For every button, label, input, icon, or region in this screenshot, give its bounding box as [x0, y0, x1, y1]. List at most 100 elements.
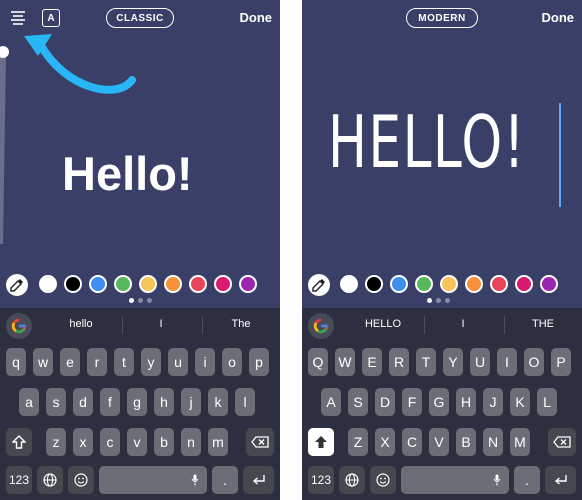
key[interactable]: G: [429, 388, 449, 416]
style-modern-button[interactable]: MODERN: [406, 8, 478, 28]
key[interactable]: O: [524, 348, 544, 376]
return-key[interactable]: [545, 466, 576, 494]
key[interactable]: L: [537, 388, 557, 416]
key[interactable]: S: [348, 388, 368, 416]
suggestion-item[interactable]: THE: [506, 318, 580, 330]
google-button[interactable]: [6, 313, 32, 339]
key[interactable]: H: [456, 388, 476, 416]
key[interactable]: Z: [348, 428, 368, 456]
suggestion-item[interactable]: The: [204, 318, 278, 330]
key[interactable]: w: [33, 348, 53, 376]
backspace-key[interactable]: [246, 428, 274, 456]
color-green-swatch[interactable]: [415, 275, 433, 293]
numbers-key[interactable]: 123: [6, 466, 32, 494]
key[interactable]: N: [483, 428, 503, 456]
google-button[interactable]: [308, 313, 334, 339]
return-key[interactable]: [243, 466, 274, 494]
key[interactable]: y: [141, 348, 161, 376]
color-orange-swatch[interactable]: [465, 275, 483, 293]
eyedropper-button[interactable]: [6, 274, 28, 296]
key[interactable]: x: [73, 428, 93, 456]
color-green-swatch[interactable]: [114, 275, 132, 293]
suggestion-item[interactable]: I: [124, 318, 198, 330]
color-magenta-swatch[interactable]: [515, 275, 533, 293]
shift-key[interactable]: [308, 428, 334, 456]
key[interactable]: z: [46, 428, 66, 456]
key[interactable]: m: [208, 428, 228, 456]
space-key[interactable]: [99, 466, 207, 494]
key[interactable]: K: [510, 388, 530, 416]
key[interactable]: d: [73, 388, 93, 416]
key[interactable]: s: [46, 388, 66, 416]
key[interactable]: Q: [308, 348, 328, 376]
period-key[interactable]: .: [514, 466, 540, 494]
color-red-swatch[interactable]: [490, 275, 508, 293]
key[interactable]: e: [60, 348, 80, 376]
key[interactable]: C: [402, 428, 422, 456]
key[interactable]: V: [429, 428, 449, 456]
suggestion-item[interactable]: hello: [44, 318, 118, 330]
done-button[interactable]: Done: [542, 10, 575, 25]
key[interactable]: P: [551, 348, 571, 376]
key[interactable]: i: [195, 348, 215, 376]
key[interactable]: t: [114, 348, 134, 376]
backspace-key[interactable]: [548, 428, 576, 456]
color-white-swatch[interactable]: [340, 275, 358, 293]
key[interactable]: Y: [443, 348, 463, 376]
space-key[interactable]: [401, 466, 509, 494]
key[interactable]: g: [127, 388, 147, 416]
color-magenta-swatch[interactable]: [214, 275, 232, 293]
color-orange-swatch[interactable]: [164, 275, 182, 293]
color-black-swatch[interactable]: [365, 275, 383, 293]
key[interactable]: p: [249, 348, 269, 376]
key[interactable]: o: [222, 348, 242, 376]
key[interactable]: I: [497, 348, 517, 376]
color-white-swatch[interactable]: [39, 275, 57, 293]
key[interactable]: W: [335, 348, 355, 376]
key[interactable]: b: [154, 428, 174, 456]
key[interactable]: D: [375, 388, 395, 416]
key[interactable]: F: [402, 388, 422, 416]
key[interactable]: M: [510, 428, 530, 456]
done-button[interactable]: Done: [240, 10, 273, 25]
color-purple-swatch[interactable]: [540, 275, 558, 293]
story-text[interactable]: HELLO!: [328, 100, 526, 184]
color-yellow-swatch[interactable]: [440, 275, 458, 293]
text-size-slider[interactable]: [0, 44, 10, 244]
color-blue-swatch[interactable]: [390, 275, 408, 293]
key[interactable]: l: [235, 388, 255, 416]
color-yellow-swatch[interactable]: [139, 275, 157, 293]
color-red-swatch[interactable]: [189, 275, 207, 293]
suggestion-item[interactable]: I: [426, 318, 500, 330]
suggestion-item[interactable]: HELLO: [346, 318, 420, 330]
globe-key[interactable]: [37, 466, 63, 494]
font-badge-button[interactable]: A: [42, 9, 60, 27]
eyedropper-button[interactable]: [308, 274, 330, 296]
key[interactable]: v: [127, 428, 147, 456]
key[interactable]: B: [456, 428, 476, 456]
shift-key[interactable]: [6, 428, 32, 456]
key[interactable]: c: [100, 428, 120, 456]
story-text[interactable]: Hello!: [62, 146, 193, 201]
key[interactable]: f: [100, 388, 120, 416]
key[interactable]: n: [181, 428, 201, 456]
numbers-key[interactable]: 123: [308, 466, 334, 494]
key[interactable]: E: [362, 348, 382, 376]
key[interactable]: T: [416, 348, 436, 376]
key[interactable]: J: [483, 388, 503, 416]
key[interactable]: u: [168, 348, 188, 376]
key[interactable]: X: [375, 428, 395, 456]
key[interactable]: h: [154, 388, 174, 416]
period-key[interactable]: .: [212, 466, 238, 494]
emoji-key[interactable]: [370, 466, 396, 494]
color-blue-swatch[interactable]: [89, 275, 107, 293]
style-classic-button[interactable]: CLASSIC: [106, 8, 174, 28]
align-text-button[interactable]: [9, 9, 27, 27]
key[interactable]: k: [208, 388, 228, 416]
key[interactable]: r: [87, 348, 107, 376]
globe-key[interactable]: [339, 466, 365, 494]
color-black-swatch[interactable]: [64, 275, 82, 293]
key[interactable]: U: [470, 348, 490, 376]
key[interactable]: a: [19, 388, 39, 416]
emoji-key[interactable]: [68, 466, 94, 494]
